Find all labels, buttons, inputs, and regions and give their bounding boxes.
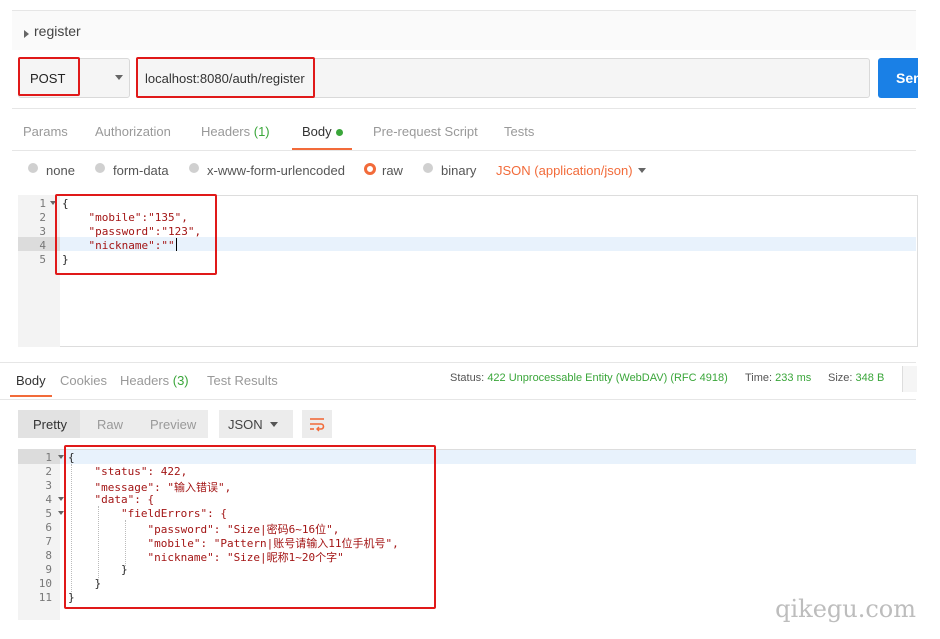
line-number: 10 xyxy=(38,577,52,590)
tab-headers[interactable]: Headers (1) xyxy=(201,124,270,139)
request-header: register xyxy=(12,10,916,52)
caret-right-icon[interactable] xyxy=(24,30,29,38)
tab-label: Params xyxy=(23,124,68,139)
line-number: 8 xyxy=(45,549,52,562)
tab-test-results[interactable]: Test Results xyxy=(207,373,278,388)
tab-label: Cookies xyxy=(60,373,107,388)
line-number: 5 xyxy=(45,507,52,520)
chevron-down-icon[interactable] xyxy=(638,168,646,173)
radio-label-raw: raw xyxy=(382,163,403,178)
tab-params[interactable]: Params xyxy=(23,124,68,139)
line-number: 3 xyxy=(45,479,52,492)
radio-urlencoded[interactable] xyxy=(189,163,199,173)
request-name[interactable]: register xyxy=(34,23,81,39)
size-label: Size: xyxy=(828,372,853,384)
line-number: 5 xyxy=(39,253,46,266)
line-number: 2 xyxy=(39,211,46,224)
line-number: 2 xyxy=(45,465,52,478)
tab-cookies[interactable]: Cookies xyxy=(60,373,107,388)
line-number: 3 xyxy=(39,225,46,238)
radio-label-urlencoded: x-www-form-urlencoded xyxy=(207,163,345,178)
tab-count: (1) xyxy=(253,124,270,139)
send-label: Send xyxy=(896,70,918,86)
tab-label: Headers xyxy=(120,373,173,388)
line-number: 1 xyxy=(45,451,52,464)
radio-label-none: none xyxy=(46,163,75,178)
radio-label-form-data: form-data xyxy=(113,163,169,178)
time-readout: Time: 233 ms xyxy=(745,372,811,384)
content-type-select[interactable]: JSON (application/json) xyxy=(496,163,633,178)
tab-tests[interactable]: Tests xyxy=(504,124,534,139)
status-dot-icon xyxy=(335,129,343,137)
tab-label: Pre-request Script xyxy=(373,124,478,139)
line-number: 9 xyxy=(45,563,52,576)
tab-pre-request-script[interactable]: Pre-request Script xyxy=(373,124,478,139)
highlight-response-body xyxy=(64,445,436,609)
active-tab-indicator xyxy=(10,395,52,397)
time-value[interactable]: 233 ms xyxy=(775,372,811,384)
tab-label: Tests xyxy=(504,124,535,139)
save-response-button[interactable] xyxy=(902,366,917,392)
line-number: 7 xyxy=(45,535,52,548)
status-label: Status: xyxy=(450,372,485,384)
radio-binary[interactable] xyxy=(423,163,433,173)
size-readout: Size: 348 B xyxy=(828,372,884,384)
size-value[interactable]: 348 B xyxy=(856,372,885,384)
tab-label: Authorization xyxy=(95,124,171,139)
chevron-down-icon[interactable] xyxy=(270,422,278,427)
chevron-down-icon[interactable] xyxy=(115,75,123,80)
active-tab-indicator xyxy=(292,148,352,150)
tab-label: Body xyxy=(16,373,46,388)
time-label: Time: xyxy=(745,372,773,384)
highlight-request-body xyxy=(55,194,217,275)
tab-count: (3) xyxy=(172,373,189,388)
tab-label: Body xyxy=(302,124,332,139)
send-button[interactable]: Send xyxy=(878,58,918,98)
line-number: 11 xyxy=(38,591,52,604)
line-number: 4 xyxy=(39,239,46,252)
highlight-method xyxy=(18,57,80,96)
radio-form-data[interactable] xyxy=(95,163,105,173)
status-readout: Status: 422 Unprocessable Entity (WebDAV… xyxy=(450,372,728,384)
tab-authorization[interactable]: Authorization xyxy=(95,124,171,139)
view-raw-button[interactable]: Raw xyxy=(97,417,123,432)
tab-label: Test Results xyxy=(207,373,278,388)
tab-body[interactable]: Body xyxy=(302,124,343,139)
status-value[interactable]: 422 Unprocessable Entity (WebDAV) (RFC 4… xyxy=(487,372,727,384)
tab-response-body[interactable]: Body xyxy=(16,373,46,388)
highlight-url xyxy=(136,57,315,98)
view-preview-button[interactable]: Preview xyxy=(150,417,196,432)
radio-none[interactable] xyxy=(28,163,38,173)
radio-raw[interactable] xyxy=(364,163,376,175)
tab-label: Headers xyxy=(201,124,254,139)
line-number: 6 xyxy=(45,521,52,534)
format-value: JSON xyxy=(228,417,263,432)
view-pretty-label: Pretty xyxy=(33,417,67,432)
line-number: 4 xyxy=(45,493,52,506)
wrap-lines-icon xyxy=(310,418,325,432)
tab-response-headers[interactable]: Headers (3) xyxy=(120,373,189,388)
radio-label-binary: binary xyxy=(441,163,477,178)
line-number: 1 xyxy=(39,197,46,210)
watermark: qikegu.com xyxy=(775,595,916,623)
